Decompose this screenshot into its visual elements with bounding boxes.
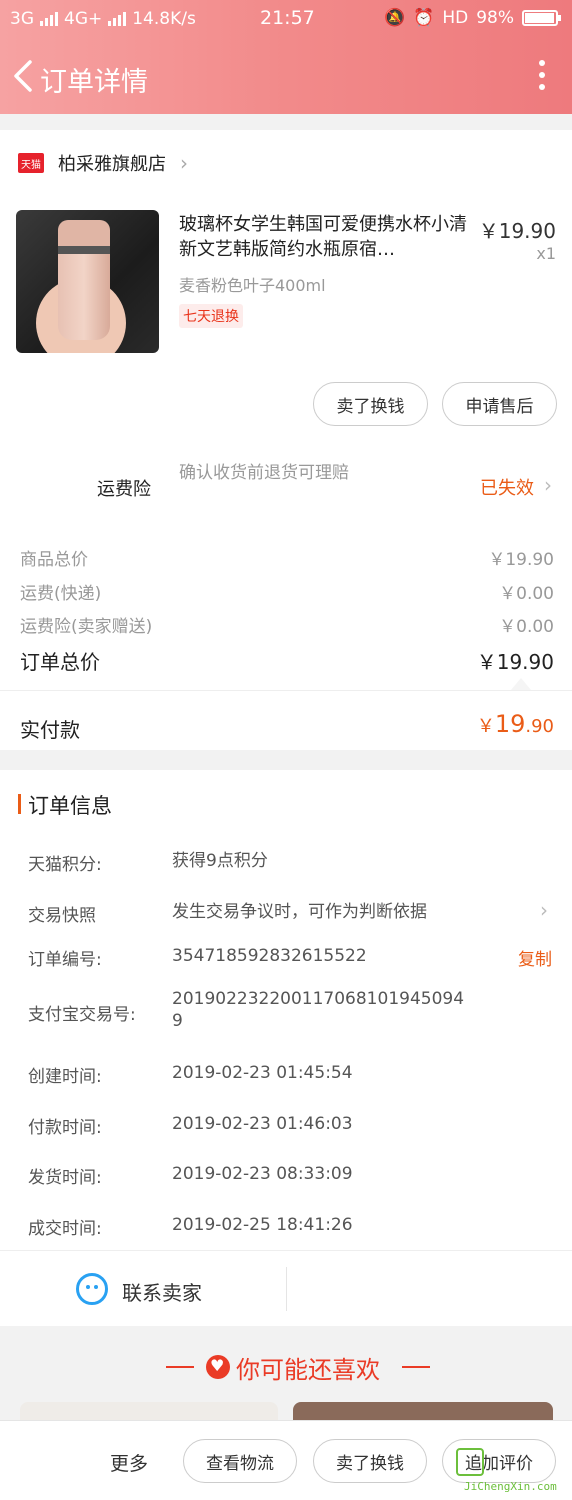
back-arrow-icon[interactable] xyxy=(10,58,38,94)
product-price: ￥19.90 xyxy=(478,219,556,243)
alarm-icon: ⏰ xyxy=(413,8,435,28)
info-label: 付款时间: xyxy=(28,1118,102,1138)
shop-row[interactable]: 天猫 柏采雅旗舰店 › xyxy=(18,150,188,176)
shop-name: 柏采雅旗舰店 xyxy=(58,154,166,175)
fee-label: 运费(快递) xyxy=(20,584,102,604)
battery-percent: 98% xyxy=(476,8,514,28)
fee-label: 运费险(卖家赠送) xyxy=(20,617,153,637)
recommend-title-text: 你可能还喜欢 xyxy=(236,1356,380,1384)
clock: 21:57 xyxy=(260,7,315,29)
info-label: 成交时间: xyxy=(28,1219,102,1239)
info-label: 支付宝交易号: xyxy=(28,1005,136,1025)
paid-amount: ￥19.90 xyxy=(477,710,554,738)
fee-row: 运费险(卖家赠送) ￥0.00 xyxy=(20,612,554,637)
sell-exchange-button[interactable]: 卖了换钱 xyxy=(313,1439,427,1483)
signal-icon xyxy=(108,12,127,26)
info-label: 创建时间: xyxy=(28,1067,102,1087)
shipping-insurance-label: 运费险 xyxy=(97,479,151,500)
hd-label: HD xyxy=(442,8,469,28)
mute-icon: 🔕 xyxy=(383,8,406,28)
after-sale-button[interactable]: 申请售后 xyxy=(442,382,557,426)
return-policy-badge: 七天退换 xyxy=(179,304,243,328)
fee-row: 商品总价 ￥19.90 xyxy=(20,545,554,570)
page-title: 订单详情 xyxy=(40,67,148,98)
info-value: 2019-02-23 01:45:54 xyxy=(172,1063,353,1083)
recommend-title: 你可能还喜欢 xyxy=(0,1350,572,1385)
fee-row: 运费(快递) ￥0.00 xyxy=(20,579,554,604)
watermark-logo xyxy=(456,1448,484,1476)
divider xyxy=(286,1267,287,1311)
signal-icon xyxy=(40,12,58,26)
network-4g: 4G+ xyxy=(64,9,103,29)
battery-fill xyxy=(525,13,555,23)
order-total-row: 订单总价 ￥19.90 xyxy=(20,646,554,675)
order-total-value: ￥19.90 xyxy=(476,650,554,674)
chevron-right-icon: › xyxy=(544,473,552,497)
tmall-badge: 天猫 xyxy=(18,153,44,173)
more-menu-icon[interactable] xyxy=(538,60,546,92)
snapshot-value[interactable]: 发生交易争议时，可作为判断依据 xyxy=(172,901,427,923)
order-info-title: 订单信息 xyxy=(28,794,112,818)
section-marker xyxy=(18,794,21,814)
product-title[interactable]: 玻璃杯女学生韩国可爱便携水杯小清新文艺韩版简约水瓶原宿… xyxy=(179,212,471,262)
paid-currency: ￥ xyxy=(476,716,495,737)
snapshot-label[interactable]: 交易快照 xyxy=(28,901,96,926)
view-logistics-button[interactable]: 查看物流 xyxy=(183,1439,297,1483)
status-bar: 3G 4G+ 14.8K/s 21:57 🔕 ⏰ HD 98% xyxy=(0,0,572,38)
header: 订单详情 xyxy=(0,38,572,114)
watermark: JiChengXin.com xyxy=(456,1448,568,1494)
network-3g: 3G xyxy=(10,9,34,29)
caret-up-icon xyxy=(511,678,531,690)
battery-icon xyxy=(522,10,561,26)
info-label: 发货时间: xyxy=(28,1168,102,1188)
chevron-right-icon: › xyxy=(180,151,188,175)
paid-decimal: .90 xyxy=(525,716,554,737)
info-value: 2019-02-23 01:46:03 xyxy=(172,1114,353,1134)
decor-line xyxy=(402,1366,430,1368)
fee-value: ￥0.00 xyxy=(499,617,554,637)
fee-label: 商品总价 xyxy=(20,550,88,570)
shipping-insurance-status[interactable]: 已失效 xyxy=(480,474,534,500)
info-value: 2019-02-23 08:33:09 xyxy=(172,1164,353,1184)
shipping-insurance-desc: 确认收货前退货可理赔 xyxy=(179,463,349,483)
chevron-right-icon: › xyxy=(540,898,548,922)
watermark-text: JiChengXin.com xyxy=(464,1480,557,1493)
alipay-trade-number: 2019022322001170681019450949 xyxy=(172,989,465,1031)
order-total-label: 订单总价 xyxy=(20,650,100,674)
product-image[interactable] xyxy=(16,210,159,353)
more-button[interactable]: 更多 xyxy=(110,1449,148,1476)
network-speed: 14.8K/s xyxy=(132,9,196,29)
bottom-action-bar: 更多 查看物流 卖了换钱 追加评价 JiChengXin.com xyxy=(0,1420,572,1500)
info-value: 获得9点积分 xyxy=(172,851,268,871)
contact-seller-button[interactable]: 联系卖家 xyxy=(122,1277,202,1306)
paid-label: 实付款 xyxy=(20,718,80,742)
info-label: 订单编号: xyxy=(28,950,102,970)
fee-value: ￥0.00 xyxy=(499,584,554,604)
bottle-cap xyxy=(58,220,110,248)
divider xyxy=(0,690,572,691)
sell-exchange-button[interactable]: 卖了换钱 xyxy=(313,382,428,426)
info-value: 2019-02-25 18:41:26 xyxy=(172,1215,353,1235)
contact-row: 联系卖家 xyxy=(0,1250,572,1326)
fee-value: ￥19.90 xyxy=(488,550,554,570)
copy-button[interactable]: 复制 xyxy=(518,945,552,970)
product-quantity: x1 xyxy=(536,244,556,263)
product-sku: 麦香粉色叶子400ml xyxy=(179,276,326,295)
info-label: 天猫积分: xyxy=(28,855,102,875)
order-number: 354718592832615522 xyxy=(172,946,367,966)
paid-integer: 19 xyxy=(494,710,526,738)
chat-face-icon[interactable] xyxy=(76,1273,108,1305)
bottle-band xyxy=(58,246,110,254)
